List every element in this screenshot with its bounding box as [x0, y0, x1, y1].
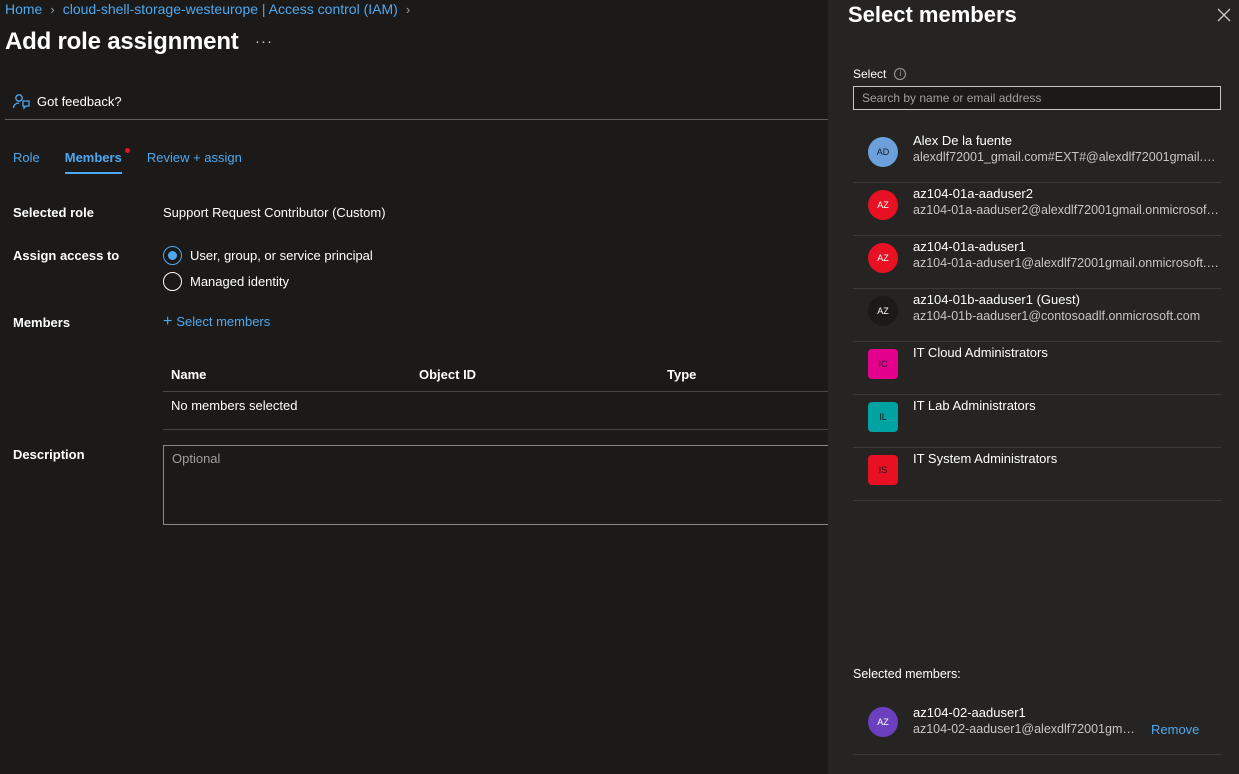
- description-textarea[interactable]: Optional: [163, 445, 843, 525]
- breadcrumb: Home › cloud-shell-storage-westeurope | …: [5, 1, 418, 17]
- group-avatar: IC: [868, 349, 898, 379]
- list-item[interactable]: IS IT System Administrators: [853, 448, 1221, 501]
- members-table-header: Name Object ID Type: [163, 358, 828, 392]
- radio-managed-identity[interactable]: Managed identity: [163, 272, 289, 291]
- member-name: IT System Administrators: [913, 451, 1058, 466]
- list-item[interactable]: AZ az104-01b-aaduser1 (Guest) az104-01b-…: [853, 289, 1221, 342]
- member-email: az104-01a-aaduser2@alexdlf72001gmail.onm…: [913, 203, 1219, 217]
- avatar: AZ: [868, 707, 898, 737]
- radio-managed-identity-label: Managed identity: [190, 274, 290, 289]
- member-email: alexdlf72001_gmail.com#EXT#@alexdlf72001…: [913, 150, 1219, 164]
- radio-selected-icon[interactable]: [163, 246, 182, 265]
- member-email: az104-01b-aaduser1@contosoadlf.onmicroso…: [913, 309, 1201, 323]
- list-item[interactable]: IL IT Lab Administrators: [853, 395, 1221, 448]
- list-item[interactable]: IC IT Cloud Administrators: [853, 342, 1221, 395]
- feedback-icon: [12, 94, 30, 110]
- empty-table-text: No members selected: [171, 398, 298, 413]
- select-members-label: Select members: [176, 314, 271, 329]
- member-name: az104-01a-aaduser2: [913, 186, 1033, 201]
- list-item[interactable]: AZ az104-01a-aduser1 az104-01a-aduser1@a…: [853, 236, 1221, 289]
- member-name: az104-01a-aduser1: [913, 239, 1026, 254]
- tab-members[interactable]: Members: [64, 148, 130, 174]
- members-label: Members: [13, 315, 71, 330]
- radio-unselected-icon[interactable]: [163, 272, 182, 291]
- search-input[interactable]: [853, 86, 1221, 110]
- radio-user-group[interactable]: User, group, or service principal: [163, 246, 373, 265]
- close-icon[interactable]: [1217, 8, 1231, 22]
- selected-members-label: Selected members:: [853, 667, 961, 681]
- tab-bar: Role Members Review + assign: [13, 148, 267, 174]
- error-dot-icon: [124, 148, 130, 153]
- info-icon[interactable]: i: [894, 68, 907, 80]
- member-name: az104-01b-aaduser1 (Guest): [913, 292, 1080, 307]
- selected-member-item: AZ az104-02-aaduser1 az104-02-aaduser1@a…: [853, 700, 1221, 755]
- tab-review-assign[interactable]: Review + assign: [147, 150, 242, 174]
- assign-access-label: Assign access to: [13, 248, 120, 263]
- avatar: AZ: [868, 243, 898, 273]
- description-label: Description: [13, 447, 85, 462]
- select-members-panel: Select members Select i AD Alex De la fu…: [828, 0, 1239, 774]
- breadcrumb-resource[interactable]: cloud-shell-storage-westeurope | Access …: [63, 1, 398, 17]
- page-title: Add role assignment: [5, 28, 239, 55]
- remove-button[interactable]: Remove: [1151, 722, 1199, 737]
- radio-user-group-label: User, group, or service principal: [190, 248, 373, 263]
- avatar: AZ: [868, 296, 898, 326]
- member-email: az104-01a-aduser1@alexdlf72001gmail.onmi…: [913, 256, 1219, 270]
- selected-member-name: az104-02-aaduser1: [913, 705, 1026, 720]
- plus-icon: +: [163, 312, 173, 330]
- select-label: Select i: [853, 67, 907, 81]
- select-members-link[interactable]: + Select members: [163, 312, 271, 330]
- group-avatar: IS: [868, 455, 898, 485]
- chevron-right-icon: ›: [405, 1, 411, 17]
- avatar: AD: [868, 137, 898, 167]
- more-options-button[interactable]: ···: [255, 33, 273, 50]
- selected-role-value: Support Request Contributor (Custom): [163, 205, 386, 220]
- divider: [5, 119, 828, 120]
- tab-role[interactable]: Role: [13, 150, 40, 174]
- feedback-label: Got feedback?: [37, 93, 122, 109]
- select-label-text: Select: [853, 67, 887, 81]
- panel-title: Select members: [848, 2, 1017, 27]
- member-name: Alex De la fuente: [913, 133, 1013, 148]
- breadcrumb-home[interactable]: Home: [5, 1, 42, 17]
- member-name: IT Cloud Administrators: [913, 345, 1048, 360]
- list-item[interactable]: AD Alex De la fuente alexdlf72001_gmail.…: [853, 130, 1221, 183]
- list-item[interactable]: AZ az104-01a-aaduser2 az104-01a-aaduser2…: [853, 183, 1221, 236]
- chevron-right-icon: ›: [50, 1, 55, 17]
- member-list: AD Alex De la fuente alexdlf72001_gmail.…: [853, 130, 1221, 501]
- tab-members-label: Members: [64, 150, 122, 165]
- member-name: IT Lab Administrators: [913, 398, 1036, 413]
- selected-role-label: Selected role: [13, 205, 94, 220]
- column-header-type[interactable]: Type: [667, 367, 696, 382]
- table-row: No members selected: [163, 392, 828, 430]
- group-avatar: IL: [868, 402, 898, 432]
- column-header-object-id[interactable]: Object ID: [419, 367, 476, 382]
- feedback-link[interactable]: Got feedback?: [12, 92, 122, 110]
- selected-member-email: az104-02-aaduser1@alexdlf72001gmail.onmi…: [913, 722, 1139, 736]
- column-header-name[interactable]: Name: [171, 367, 206, 382]
- avatar: AZ: [868, 190, 898, 220]
